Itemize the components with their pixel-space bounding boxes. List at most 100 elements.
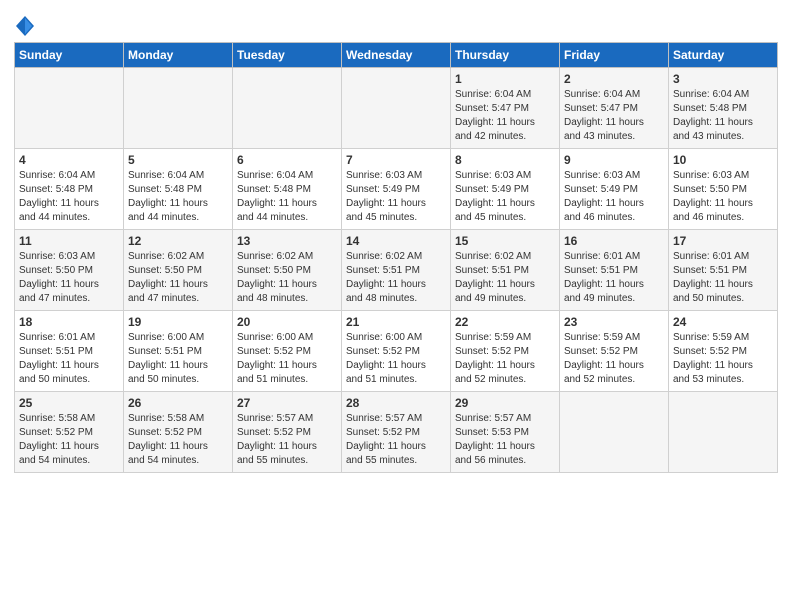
day-info: Sunrise: 6:02 AM Sunset: 5:51 PM Dayligh… — [346, 250, 446, 306]
day-info: Sunrise: 6:04 AM Sunset: 5:48 PM Dayligh… — [673, 88, 773, 144]
calendar-week-4: 25 Sunrise: 5:58 AM Sunset: 5:52 PM Dayli… — [15, 392, 778, 473]
calendar-cell: 5 Sunrise: 6:04 AM Sunset: 5:48 PM Daylig… — [124, 149, 233, 230]
day-number: 27 — [237, 396, 337, 410]
day-number: 7 — [346, 153, 446, 167]
day-info: Sunrise: 6:03 AM Sunset: 5:49 PM Dayligh… — [564, 169, 664, 225]
day-number: 17 — [673, 234, 773, 248]
day-number: 13 — [237, 234, 337, 248]
day-info: Sunrise: 5:57 AM Sunset: 5:52 PM Dayligh… — [237, 412, 337, 468]
day-info: Sunrise: 6:04 AM Sunset: 5:48 PM Dayligh… — [128, 169, 228, 225]
day-number: 21 — [346, 315, 446, 329]
calendar-cell: 11Sunrise: 6:03 AM Sunset: 5:50 PM Dayli… — [15, 230, 124, 311]
day-info: Sunrise: 6:04 AM Sunset: 5:47 PM Dayligh… — [564, 88, 664, 144]
weekday-header-wednesday: Wednesday — [342, 43, 451, 68]
day-number: 24 — [673, 315, 773, 329]
day-info: Sunrise: 5:59 AM Sunset: 5:52 PM Dayligh… — [455, 331, 555, 387]
calendar-body: 1 Sunrise: 6:04 AM Sunset: 5:47 PM Daylig… — [15, 68, 778, 473]
page: SundayMondayTuesdayWednesdayThursdayFrid… — [0, 0, 792, 483]
calendar-cell — [15, 68, 124, 149]
weekday-header-tuesday: Tuesday — [233, 43, 342, 68]
calendar-cell: 17 Sunrise: 6:01 AM Sunset: 5:51 PM Dayli… — [669, 230, 778, 311]
weekday-header-thursday: Thursday — [451, 43, 560, 68]
calendar-cell: 23 Sunrise: 5:59 AM Sunset: 5:52 PM Dayli… — [560, 311, 669, 392]
day-number: 10 — [673, 153, 773, 167]
day-number: 5 — [128, 153, 228, 167]
weekday-header-sunday: Sunday — [15, 43, 124, 68]
calendar-cell: 6 Sunrise: 6:04 AM Sunset: 5:48 PM Daylig… — [233, 149, 342, 230]
calendar-cell: 10 Sunrise: 6:03 AM Sunset: 5:50 PM Dayli… — [669, 149, 778, 230]
day-number: 1 — [455, 72, 555, 86]
calendar-cell: 15 Sunrise: 6:02 AM Sunset: 5:51 PM Dayli… — [451, 230, 560, 311]
calendar-cell: 27 Sunrise: 5:57 AM Sunset: 5:52 PM Dayli… — [233, 392, 342, 473]
calendar-week-1: 4 Sunrise: 6:04 AM Sunset: 5:48 PM Daylig… — [15, 149, 778, 230]
calendar-cell: 3 Sunrise: 6:04 AM Sunset: 5:48 PM Daylig… — [669, 68, 778, 149]
day-number: 22 — [455, 315, 555, 329]
calendar-cell: 29Sunrise: 5:57 AM Sunset: 5:53 PM Dayli… — [451, 392, 560, 473]
calendar-cell: 22 Sunrise: 5:59 AM Sunset: 5:52 PM Dayli… — [451, 311, 560, 392]
day-info: Sunrise: 6:00 AM Sunset: 5:52 PM Dayligh… — [237, 331, 337, 387]
header — [14, 10, 778, 36]
calendar-cell: 14 Sunrise: 6:02 AM Sunset: 5:51 PM Dayli… — [342, 230, 451, 311]
day-info: Sunrise: 6:04 AM Sunset: 5:48 PM Dayligh… — [19, 169, 119, 225]
day-info: Sunrise: 6:03 AM Sunset: 5:49 PM Dayligh… — [346, 169, 446, 225]
day-number: 2 — [564, 72, 664, 86]
calendar-cell: 24 Sunrise: 5:59 AM Sunset: 5:52 PM Dayli… — [669, 311, 778, 392]
day-number: 14 — [346, 234, 446, 248]
day-number: 26 — [128, 396, 228, 410]
calendar-cell: 18 Sunrise: 6:01 AM Sunset: 5:51 PM Dayli… — [15, 311, 124, 392]
weekday-header-monday: Monday — [124, 43, 233, 68]
day-number: 18 — [19, 315, 119, 329]
day-info: Sunrise: 6:00 AM Sunset: 5:51 PM Dayligh… — [128, 331, 228, 387]
day-number: 16 — [564, 234, 664, 248]
weekday-header-row: SundayMondayTuesdayWednesdayThursdayFrid… — [15, 43, 778, 68]
day-number: 19 — [128, 315, 228, 329]
day-number: 29 — [455, 396, 555, 410]
day-info: Sunrise: 6:01 AM Sunset: 5:51 PM Dayligh… — [564, 250, 664, 306]
calendar-cell: 7 Sunrise: 6:03 AM Sunset: 5:49 PM Daylig… — [342, 149, 451, 230]
day-number: 6 — [237, 153, 337, 167]
day-number: 8 — [455, 153, 555, 167]
day-number: 28 — [346, 396, 446, 410]
calendar-table: SundayMondayTuesdayWednesdayThursdayFrid… — [14, 42, 778, 473]
day-info: Sunrise: 6:04 AM Sunset: 5:47 PM Dayligh… — [455, 88, 555, 144]
calendar-cell: 4 Sunrise: 6:04 AM Sunset: 5:48 PM Daylig… — [15, 149, 124, 230]
calendar-cell — [124, 68, 233, 149]
day-number: 25 — [19, 396, 119, 410]
calendar-cell: 13 Sunrise: 6:02 AM Sunset: 5:50 PM Dayli… — [233, 230, 342, 311]
calendar-cell: 9 Sunrise: 6:03 AM Sunset: 5:49 PM Daylig… — [560, 149, 669, 230]
day-info: Sunrise: 6:00 AM Sunset: 5:52 PM Dayligh… — [346, 331, 446, 387]
calendar-cell: 20 Sunrise: 6:00 AM Sunset: 5:52 PM Dayli… — [233, 311, 342, 392]
day-info: Sunrise: 6:01 AM Sunset: 5:51 PM Dayligh… — [673, 250, 773, 306]
calendar-week-3: 18 Sunrise: 6:01 AM Sunset: 5:51 PM Dayli… — [15, 311, 778, 392]
weekday-header-friday: Friday — [560, 43, 669, 68]
calendar-cell: 16 Sunrise: 6:01 AM Sunset: 5:51 PM Dayli… — [560, 230, 669, 311]
calendar-cell — [560, 392, 669, 473]
calendar-cell: 8Sunrise: 6:03 AM Sunset: 5:49 PM Daylig… — [451, 149, 560, 230]
day-number: 23 — [564, 315, 664, 329]
day-number: 20 — [237, 315, 337, 329]
day-number: 11 — [19, 234, 119, 248]
day-info: Sunrise: 6:02 AM Sunset: 5:51 PM Dayligh… — [455, 250, 555, 306]
day-info: Sunrise: 6:03 AM Sunset: 5:50 PM Dayligh… — [673, 169, 773, 225]
logo — [14, 16, 34, 36]
day-info: Sunrise: 5:59 AM Sunset: 5:52 PM Dayligh… — [564, 331, 664, 387]
day-number: 3 — [673, 72, 773, 86]
logo-icon — [16, 16, 34, 36]
calendar-week-2: 11Sunrise: 6:03 AM Sunset: 5:50 PM Dayli… — [15, 230, 778, 311]
calendar-cell: 1 Sunrise: 6:04 AM Sunset: 5:47 PM Daylig… — [451, 68, 560, 149]
day-info: Sunrise: 6:04 AM Sunset: 5:48 PM Dayligh… — [237, 169, 337, 225]
calendar-cell: 26 Sunrise: 5:58 AM Sunset: 5:52 PM Dayli… — [124, 392, 233, 473]
day-info: Sunrise: 6:01 AM Sunset: 5:51 PM Dayligh… — [19, 331, 119, 387]
calendar-cell — [669, 392, 778, 473]
day-info: Sunrise: 5:58 AM Sunset: 5:52 PM Dayligh… — [128, 412, 228, 468]
calendar-cell: 12Sunrise: 6:02 AM Sunset: 5:50 PM Dayli… — [124, 230, 233, 311]
weekday-header-saturday: Saturday — [669, 43, 778, 68]
calendar-cell — [342, 68, 451, 149]
day-info: Sunrise: 5:59 AM Sunset: 5:52 PM Dayligh… — [673, 331, 773, 387]
day-number: 15 — [455, 234, 555, 248]
day-number: 4 — [19, 153, 119, 167]
calendar-cell: 19 Sunrise: 6:00 AM Sunset: 5:51 PM Dayli… — [124, 311, 233, 392]
calendar-cell: 28Sunrise: 5:57 AM Sunset: 5:52 PM Dayli… — [342, 392, 451, 473]
day-number: 9 — [564, 153, 664, 167]
day-info: Sunrise: 6:02 AM Sunset: 5:50 PM Dayligh… — [237, 250, 337, 306]
